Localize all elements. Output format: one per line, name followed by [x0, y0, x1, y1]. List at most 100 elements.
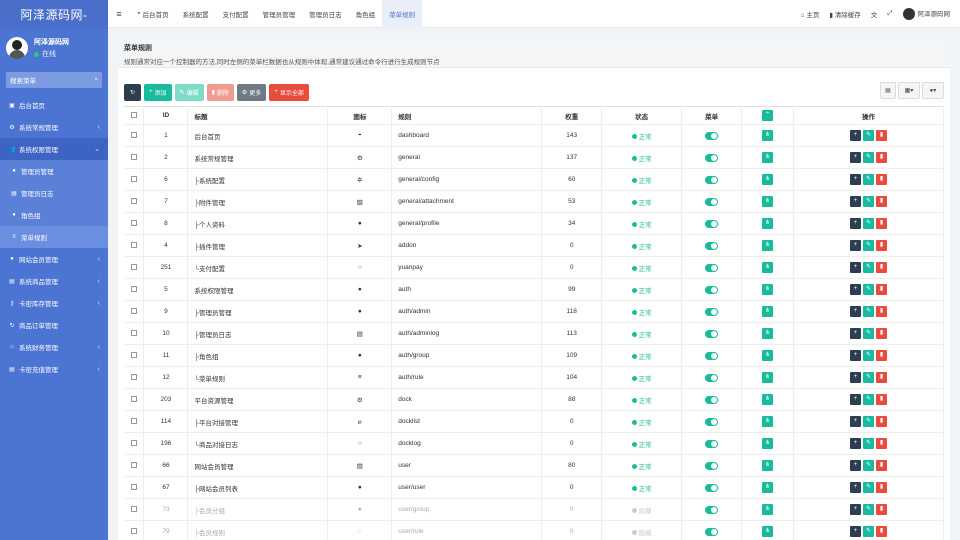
delete-row-button[interactable]: ▮	[876, 262, 887, 273]
row-checkbox[interactable]	[124, 476, 145, 499]
add-child-button[interactable]: +	[850, 196, 861, 207]
add-child-button[interactable]: +	[850, 328, 861, 339]
menu-toggle-switch[interactable]	[705, 329, 719, 338]
menu-toggle-switch[interactable]	[705, 219, 719, 228]
add-button[interactable]: + 添加	[144, 83, 172, 101]
menu-toggle-switch[interactable]	[705, 351, 719, 360]
add-child-button[interactable]: +	[850, 306, 861, 317]
row-checkbox[interactable]	[124, 410, 145, 433]
delete-button[interactable]: ▮ 删除	[206, 83, 234, 101]
table-row[interactable]: 10 ├管理员日志 ▤ auth/adminlog 113 正常 ⋔ + ✎ ▮	[124, 322, 944, 345]
sidebar-item-9[interactable]: ⚷ 卡密库存管理 ‹	[0, 292, 108, 314]
menu-toggle-switch[interactable]	[705, 263, 719, 272]
sitemap-icon[interactable]: ⋔	[762, 350, 774, 361]
add-child-button[interactable]: +	[850, 526, 861, 537]
delete-row-button[interactable]: ▮	[876, 284, 887, 295]
col-weigh[interactable]: 权重	[541, 106, 603, 125]
delete-row-button[interactable]: ▮	[876, 438, 887, 449]
edit-row-button[interactable]: ✎	[863, 350, 874, 361]
table-row[interactable]: 7 ├附件管理 ▧ general/attachment 53 正常 ⋔ + ✎ ▮	[124, 190, 944, 213]
expand-all-button[interactable]: + 显示全部	[269, 83, 309, 101]
menu-toggle-switch[interactable]	[705, 505, 719, 514]
sidebar-item-11[interactable]: ⌂ 系统财务管理 ‹	[0, 336, 108, 358]
table-row[interactable]: 196 └商品对接日志 ○ docklog 0 正常 ⋔ + ✎ ▮	[124, 432, 944, 455]
sidebar-search-input[interactable]: 搜索菜单 ⌕	[6, 72, 102, 88]
menu-toggle-switch[interactable]	[705, 307, 719, 316]
search-icon[interactable]: ⌕	[94, 76, 98, 84]
delete-row-button[interactable]: ▮	[876, 372, 887, 383]
delete-row-button[interactable]: ▮	[876, 218, 887, 229]
table-row[interactable]: 203 平台资源管理 ⚙ dock 88 正常 ⋔ + ✎ ▮	[124, 388, 944, 411]
sitemap-icon[interactable]: ⋔	[762, 240, 774, 251]
row-checkbox[interactable]	[124, 388, 145, 411]
sitemap-icon[interactable]: ⋔	[762, 416, 774, 427]
delete-row-button[interactable]: ▮	[876, 416, 887, 427]
table-row[interactable]: 114 ├平台对接管理 ℯ docklist 0 正常 ⋔ + ✎ ▮	[124, 410, 944, 433]
sidebar-item-10[interactable]: ↻ 商品订单管理	[0, 314, 108, 336]
menu-toggle-switch[interactable]	[705, 527, 719, 536]
delete-row-button[interactable]: ▮	[876, 130, 887, 141]
delete-row-button[interactable]: ▮	[876, 196, 887, 207]
menu-toggle-switch[interactable]	[705, 395, 719, 404]
export-icon[interactable]: ●▾	[922, 82, 944, 99]
sitemap-icon[interactable]: ⋔	[762, 372, 774, 383]
sitemap-icon[interactable]: ⋔	[762, 284, 774, 295]
table-row[interactable]: 251 └支付配置 ○ yuanpay 0 正常 ⋔ + ✎ ▮	[124, 256, 944, 279]
table-row[interactable]: 8 ├个人资料 ● general/profile 34 正常 ⋔ + ✎ ▮	[124, 212, 944, 235]
sidebar-item-1[interactable]: ⚙ 系统常规管理 ‹	[0, 116, 108, 138]
toggle-view-icon[interactable]: ▤	[880, 82, 896, 99]
add-child-button[interactable]: +	[850, 262, 861, 273]
table-row[interactable]: 6 ├系统配置 ✲ general/config 60 正常 ⋔ + ✎ ▮	[124, 168, 944, 191]
tab-1[interactable]: 系统配置	[176, 0, 216, 28]
row-checkbox[interactable]	[124, 256, 145, 279]
add-child-button[interactable]: +	[850, 284, 861, 295]
add-child-button[interactable]: +	[850, 482, 861, 493]
edit-row-button[interactable]: ✎	[863, 416, 874, 427]
add-child-button[interactable]: +	[850, 130, 861, 141]
row-checkbox[interactable]	[124, 124, 145, 147]
row-checkbox[interactable]	[124, 432, 145, 455]
add-child-button[interactable]: +	[850, 174, 861, 185]
sidebar-item-2[interactable]: 👥 系统权限管理 ⌄	[0, 138, 108, 160]
refresh-button[interactable]: ↻	[124, 83, 141, 101]
delete-row-button[interactable]: ▮	[876, 460, 887, 471]
edit-row-button[interactable]: ✎	[863, 196, 874, 207]
fullscreen-icon[interactable]: ⤢	[887, 10, 892, 18]
menu-toggle-icon[interactable]: ≡	[108, 9, 130, 19]
sitemap-icon[interactable]: ⋔	[762, 438, 774, 449]
menu-toggle-switch[interactable]	[705, 131, 719, 140]
tab-4[interactable]: 管理员日志	[302, 0, 349, 28]
menu-toggle-switch[interactable]	[705, 197, 719, 206]
sidebar-item-6[interactable]: ≡ 菜单规则	[0, 226, 108, 248]
table-row[interactable]: 67 ├网站会员列表 ● user/user 0 正常 ⋔ + ✎ ▮	[124, 476, 944, 499]
delete-row-button[interactable]: ▮	[876, 504, 887, 515]
edit-row-button[interactable]: ✎	[863, 372, 874, 383]
row-checkbox[interactable]	[124, 498, 145, 521]
row-checkbox[interactable]	[124, 212, 145, 235]
sitemap-icon[interactable]: ⋔	[762, 262, 774, 273]
delete-row-button[interactable]: ▮	[876, 350, 887, 361]
add-child-button[interactable]: +	[850, 504, 861, 515]
menu-toggle-switch[interactable]	[705, 373, 719, 382]
edit-row-button[interactable]: ✎	[863, 306, 874, 317]
row-checkbox[interactable]	[124, 278, 145, 301]
sidebar-item-0[interactable]: ▣ 后台首页	[0, 94, 108, 116]
menu-toggle-switch[interactable]	[705, 439, 719, 448]
table-row[interactable]: 1 后台首页 ◓ dashboard 143 正常 ⋔ + ✎ ▮	[124, 124, 944, 147]
row-checkbox[interactable]	[124, 300, 145, 323]
add-child-button[interactable]: +	[850, 460, 861, 471]
sitemap-icon[interactable]: ⋔	[762, 482, 774, 493]
row-checkbox[interactable]	[124, 520, 145, 540]
row-checkbox[interactable]	[124, 234, 145, 257]
edit-row-button[interactable]: ✎	[863, 130, 874, 141]
delete-row-button[interactable]: ▮	[876, 306, 887, 317]
add-child-button[interactable]: +	[850, 240, 861, 251]
sidebar-item-7[interactable]: ● 网站会员管理 ‹	[0, 248, 108, 270]
add-child-button[interactable]: +	[850, 372, 861, 383]
edit-row-button[interactable]: ✎	[863, 504, 874, 515]
clear-cache-link[interactable]: ▮ 清除缓存	[829, 9, 860, 19]
add-child-button[interactable]: +	[850, 438, 861, 449]
add-child-button[interactable]: +	[850, 416, 861, 427]
sidebar-item-5[interactable]: ● 角色组	[0, 204, 108, 226]
sidebar-item-4[interactable]: ▤ 管理员日志	[0, 182, 108, 204]
